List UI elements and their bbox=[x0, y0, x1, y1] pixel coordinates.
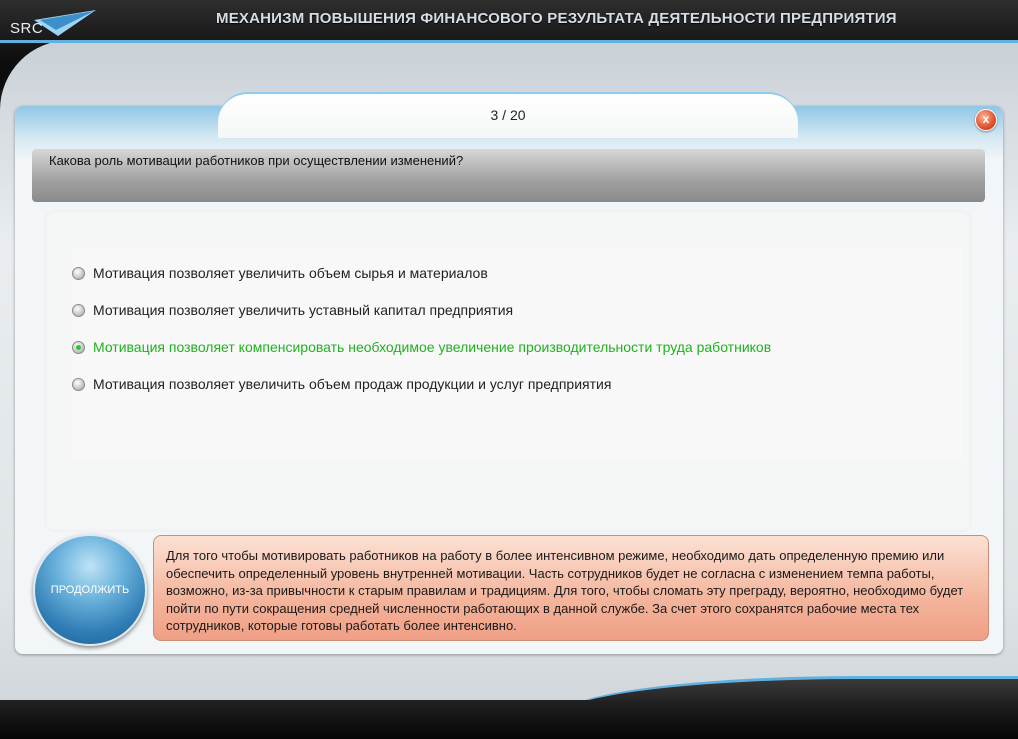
answer-option-1[interactable]: Мотивация позволяет увеличить объем сырь… bbox=[72, 263, 488, 283]
accent-line bbox=[0, 40, 1018, 43]
answer-label: Мотивация позволяет увеличить объем сырь… bbox=[93, 265, 488, 281]
radio-icon[interactable] bbox=[72, 377, 85, 391]
feedback-box: Для того чтобы мотивировать работников н… bbox=[153, 535, 989, 641]
radio-icon[interactable] bbox=[72, 266, 85, 280]
answer-label: Мотивация позволяет увеличить уставный к… bbox=[93, 302, 514, 318]
radio-icon[interactable] bbox=[72, 303, 85, 317]
continue-button[interactable]: ПРОДОЛЖИТЬ bbox=[33, 534, 147, 646]
question-text: Какова роль мотивации работников при осу… bbox=[49, 153, 464, 168]
radio-selected-icon[interactable] bbox=[72, 340, 85, 354]
answer-option-3[interactable]: Мотивация позволяет компенсировать необх… bbox=[72, 337, 771, 357]
answer-label: Мотивация позволяет компенсировать необх… bbox=[93, 339, 772, 355]
answer-option-4[interactable]: Мотивация позволяет увеличить объем прод… bbox=[72, 374, 611, 394]
close-button[interactable]: x bbox=[975, 109, 997, 131]
answer-option-2[interactable]: Мотивация позволяет увеличить уставный к… bbox=[72, 300, 513, 320]
logo-text: SRC bbox=[10, 20, 44, 37]
question-counter: 3 / 20 bbox=[490, 107, 526, 123]
question-counter-tab: 3 / 20 bbox=[218, 92, 798, 138]
src-logo: SRC bbox=[6, 8, 101, 38]
answer-label: Мотивация позволяет увеличить объем прод… bbox=[93, 376, 612, 392]
answer-list: Мотивация позволяет увеличить объем сырь… bbox=[72, 249, 962, 461]
question-box: Какова роль мотивации работников при осу… bbox=[32, 149, 985, 202]
bottom-bar bbox=[0, 700, 1018, 739]
app-title: МЕХАНИЗМ ПОВЫШЕНИЯ ФИНАНСОВОГО РЕЗУЛЬТАТ… bbox=[216, 10, 897, 27]
